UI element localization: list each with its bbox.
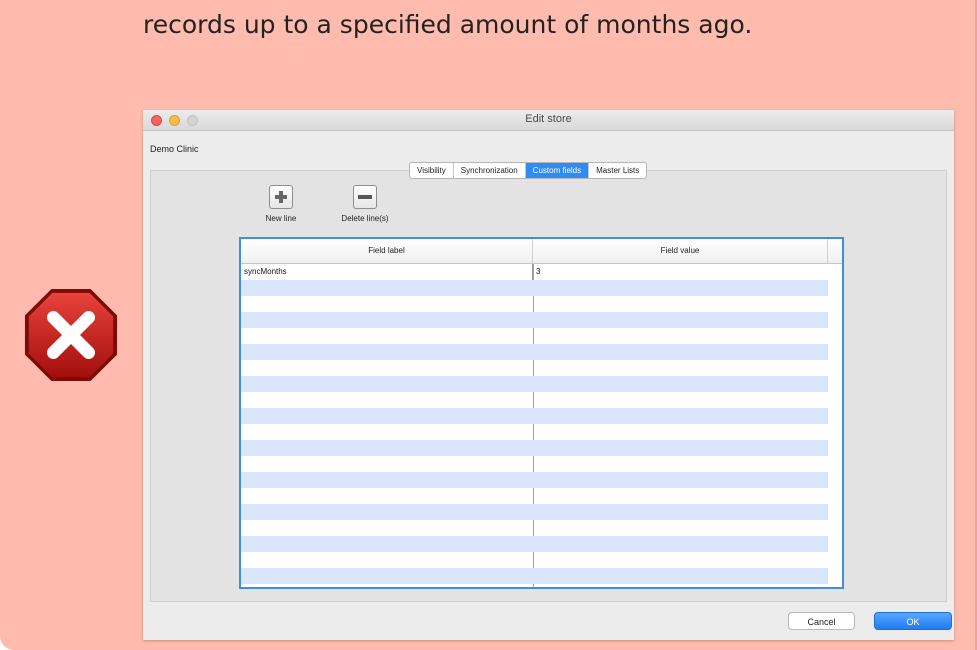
table-row[interactable]: syncMonths 3 <box>241 264 828 280</box>
empty-row[interactable] <box>241 392 828 408</box>
empty-row[interactable] <box>241 520 828 536</box>
store-name: Demo Clinic <box>150 144 199 154</box>
empty-row[interactable] <box>241 280 828 296</box>
empty-row[interactable] <box>241 376 828 392</box>
table-body: syncMonths 3 <box>241 264 828 584</box>
empty-row[interactable] <box>241 344 828 360</box>
column-header-field-label[interactable]: Field label <box>241 239 533 263</box>
tab-master-lists[interactable]: Master Lists <box>589 163 646 178</box>
empty-row[interactable] <box>241 312 828 328</box>
minus-icon <box>353 185 377 209</box>
empty-row[interactable] <box>241 504 828 520</box>
custom-fields-table[interactable]: Field label Field value syncMonths 3 <box>239 237 844 589</box>
field-label-cell[interactable]: syncMonths <box>241 264 533 280</box>
edit-store-window: Edit store Demo Clinic Visibility Synchr… <box>143 110 954 640</box>
column-header-field-value[interactable]: Field value <box>533 239 828 263</box>
tab-bar: Visibility Synchronization Custom fields… <box>409 162 648 179</box>
cancel-button[interactable]: Cancel <box>788 612 855 630</box>
tab-synchronization[interactable]: Synchronization <box>454 163 526 178</box>
delete-lines-label: Delete line(s) <box>341 214 389 223</box>
empty-row[interactable] <box>241 552 828 568</box>
new-line-button[interactable]: New line <box>256 185 306 223</box>
empty-row[interactable] <box>241 360 828 376</box>
tip-text: records up to a specified amount of mont… <box>143 10 753 39</box>
empty-row[interactable] <box>241 568 828 584</box>
tab-visibility[interactable]: Visibility <box>410 163 454 178</box>
empty-row[interactable] <box>241 456 828 472</box>
table-header: Field label Field value <box>241 239 842 264</box>
empty-row[interactable] <box>241 296 828 312</box>
window-title: Edit store <box>525 113 572 125</box>
plus-icon <box>269 185 293 209</box>
new-line-label: New line <box>265 214 297 223</box>
column-header-spacer <box>828 239 842 263</box>
ok-button[interactable]: OK <box>874 612 952 630</box>
tip-panel: records up to a specified amount of mont… <box>0 0 977 650</box>
empty-row[interactable] <box>241 328 828 344</box>
error-x-octagon-icon <box>24 288 118 382</box>
empty-row[interactable] <box>241 472 828 488</box>
tab-custom-fields[interactable]: Custom fields <box>525 163 590 178</box>
empty-row[interactable] <box>241 408 828 424</box>
empty-row[interactable] <box>241 424 828 440</box>
empty-row[interactable] <box>241 536 828 552</box>
delete-lines-button[interactable]: Delete line(s) <box>330 185 400 223</box>
empty-row[interactable] <box>241 440 828 456</box>
field-value-cell[interactable]: 3 <box>533 264 828 280</box>
empty-row[interactable] <box>241 488 828 504</box>
window-titlebar[interactable]: Edit store <box>143 110 954 131</box>
